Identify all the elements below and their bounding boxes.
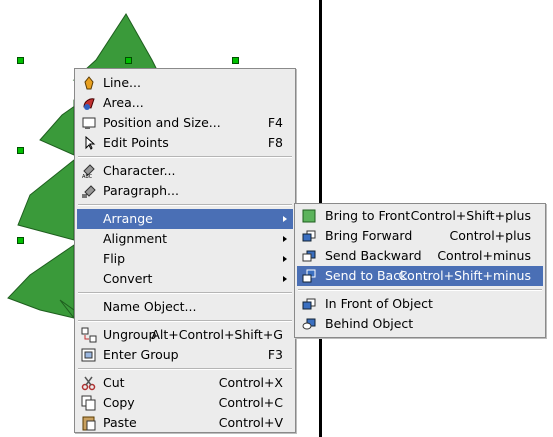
menu-item-label: Paragraph... <box>103 183 179 198</box>
menu-separator <box>78 320 292 322</box>
send-to-back-icon <box>302 269 316 283</box>
edit-points-icon <box>85 135 96 150</box>
menu-item-label: Arrange <box>103 211 153 226</box>
line-icon <box>84 76 94 90</box>
enter-group-icon <box>81 348 96 362</box>
submenu-item-shortcut: Control+Shift+plus <box>410 208 531 223</box>
menu-separator <box>78 156 292 158</box>
submenu-arrow-icon <box>283 256 287 262</box>
menu-item-copy[interactable]: Copy Control+C <box>77 393 293 413</box>
menu-item-label: Position and Size... <box>103 115 221 130</box>
menu-item-label: Paste <box>103 415 137 430</box>
submenu-item-send-to-back[interactable]: Send to Back Control+Shift+minus <box>297 266 543 286</box>
menu-separator <box>78 368 292 370</box>
menu-item-edit-points[interactable]: Edit Points F8 <box>77 133 293 153</box>
menu-item-label: Copy <box>103 395 135 410</box>
submenu-item-shortcut: Control+minus <box>437 248 531 263</box>
menu-item-enter-group[interactable]: Enter Group F3 <box>77 345 293 365</box>
menu-item-shortcut: F8 <box>267 135 283 150</box>
copy-icon <box>81 395 96 411</box>
menu-item-label: Convert <box>103 271 153 286</box>
menu-item-name-object[interactable]: Name Object... <box>77 297 293 317</box>
menu-item-shortcut: Alt+Control+Shift+G <box>151 327 283 342</box>
selection-handle-top-center[interactable] <box>125 57 132 64</box>
menu-item-position-and-size[interactable]: Position and Size... F4 <box>77 113 293 133</box>
submenu-item-label: Bring to Front <box>325 208 411 223</box>
menu-separator <box>78 292 292 294</box>
tree-middle-tier <box>17 158 75 241</box>
menu-item-label: Enter Group <box>103 347 179 362</box>
menu-item-arrange[interactable]: Arrange <box>77 209 293 229</box>
submenu-item-label: In Front of Object <box>325 296 433 311</box>
menu-separator <box>78 204 292 206</box>
menu-item-character[interactable]: ABC Character... <box>77 161 293 181</box>
menu-separator <box>298 289 542 291</box>
submenu-item-shortcut: Control+Shift+minus <box>398 268 531 283</box>
submenu-item-bring-forward[interactable]: Bring Forward Control+plus <box>297 226 543 246</box>
position-size-icon <box>82 117 96 129</box>
menu-item-area[interactable]: Area... <box>77 93 293 113</box>
menu-item-cut[interactable]: Cut Control+X <box>77 373 293 393</box>
selection-handle-mid-left[interactable] <box>17 147 24 154</box>
menu-item-paste[interactable]: Paste Control+V <box>77 413 293 433</box>
submenu-arrow-icon <box>283 236 287 242</box>
menu-item-shortcut: F3 <box>267 347 283 362</box>
menu-item-label: Character... <box>103 163 176 178</box>
menu-item-label: Area... <box>103 95 144 110</box>
send-backward-icon <box>302 250 316 262</box>
cut-icon <box>81 376 96 391</box>
menu-item-shortcut: Control+V <box>218 415 283 430</box>
selection-handle-top-left[interactable] <box>17 57 24 64</box>
menu-item-alignment[interactable]: Alignment <box>77 229 293 249</box>
submenu-item-shortcut: Control+plus <box>449 228 531 243</box>
menu-item-label: Ungroup <box>103 327 157 342</box>
menu-item-shortcut: Control+C <box>218 395 283 410</box>
in-front-of-object-icon <box>302 298 316 310</box>
arrange-submenu: Bring to Front Control+Shift+plus Bring … <box>294 203 546 338</box>
ungroup-icon <box>81 327 97 343</box>
menu-item-label: Cut <box>103 375 125 390</box>
menu-item-line[interactable]: Line... <box>77 73 293 93</box>
submenu-item-bring-to-front[interactable]: Bring to Front Control+Shift+plus <box>297 206 543 226</box>
bring-to-front-icon <box>302 209 316 223</box>
submenu-item-behind-object[interactable]: Behind Object <box>297 314 543 334</box>
menu-item-shortcut: Control+X <box>218 375 283 390</box>
menu-item-convert[interactable]: Convert <box>77 269 293 289</box>
paragraph-icon <box>82 185 96 198</box>
submenu-item-in-front-of-object[interactable]: In Front of Object <box>297 294 543 314</box>
menu-item-label: Line... <box>103 75 141 90</box>
behind-object-icon <box>302 318 316 330</box>
selection-handle-left-2[interactable] <box>17 237 24 244</box>
menu-item-label: Flip <box>103 251 126 266</box>
svg-text:ABC: ABC <box>82 174 93 179</box>
context-menu: Line... Area... Position and Size... F4 … <box>74 68 296 433</box>
menu-item-flip[interactable]: Flip <box>77 249 293 269</box>
submenu-item-label: Send Backward <box>325 248 422 263</box>
character-icon: ABC <box>82 164 95 179</box>
submenu-arrow-icon <box>283 276 287 282</box>
area-icon <box>83 98 95 110</box>
submenu-item-label: Behind Object <box>325 316 414 331</box>
bring-forward-icon <box>302 230 316 242</box>
submenu-item-label: Send to Back <box>325 268 408 283</box>
submenu-arrow-icon <box>283 216 287 222</box>
menu-item-label: Name Object... <box>103 299 197 314</box>
selection-handle-top-right[interactable] <box>232 57 239 64</box>
menu-item-paragraph[interactable]: Paragraph... <box>77 181 293 201</box>
submenu-item-send-backward[interactable]: Send Backward Control+minus <box>297 246 543 266</box>
menu-item-label: Alignment <box>103 231 168 246</box>
paste-icon <box>82 416 96 431</box>
submenu-item-label: Bring Forward <box>325 228 413 243</box>
menu-item-ungroup[interactable]: Ungroup Alt+Control+Shift+G <box>77 325 293 345</box>
menu-item-label: Edit Points <box>103 135 169 150</box>
menu-item-shortcut: F4 <box>267 115 283 130</box>
tree-lower-tier <box>7 244 75 319</box>
